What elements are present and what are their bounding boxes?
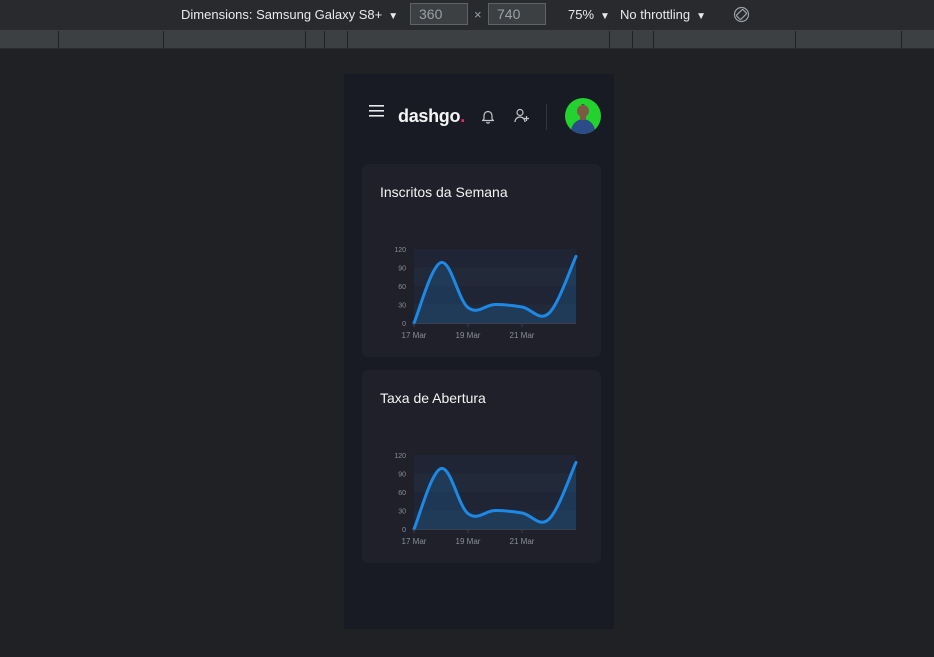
menu-icon[interactable] [369,104,385,123]
y-tick-label: 120 [394,247,406,254]
card-title: Taxa de Abertura [380,390,486,406]
y-tick-label: 0 [402,321,406,328]
y-tick-label: 120 [394,453,406,460]
x-tick-label: 19 Mar [456,331,481,340]
ruler-tick [163,31,164,48]
ruler-tick [324,31,325,48]
card-title: Inscritos da Semana [380,184,508,200]
height-input[interactable]: 740 [488,3,546,25]
throttling-label: No throttling [620,7,691,22]
y-tick-label: 30 [398,303,406,310]
chevron-down-icon: ▼ [696,11,706,22]
logo-dot: . [460,106,465,126]
ruler-tick [347,31,348,48]
device-screen: dashgo. Inscritos da Semana 0 30 60 90 1… [344,74,614,629]
ruler-tick [901,31,902,48]
ruler-tick [632,31,633,48]
app-header: dashgo. [344,74,614,154]
times-sign: × [474,7,482,22]
chart-card-open-rate: Taxa de Abertura 0 30 60 90 120 17 Mar 19 Mar 2… [362,370,601,563]
device-dimensions-dropdown[interactable]: Dimensions: Samsung Galaxy S8+ ▼ [181,7,398,22]
header-divider [546,104,547,130]
chevron-down-icon: ▼ [600,11,610,22]
rotate-icon[interactable] [733,6,750,26]
devtools-device-toolbar: Dimensions: Samsung Galaxy S8+ ▼ 360 × 74… [0,0,934,31]
ruler-tick [609,31,610,48]
area-chart: 0 30 60 90 120 17 Mar 19 Mar 21 Mar [394,247,578,340]
media-query-ruler[interactable] [0,31,934,49]
y-tick-label: 30 [398,509,406,516]
x-tick-label: 21 Mar [510,331,535,340]
avatar[interactable] [565,98,601,134]
ruler-tick [653,31,654,48]
app-logo: dashgo. [398,106,465,127]
x-tick-label: 19 Mar [456,537,481,546]
logo-text: dashgo [398,106,461,126]
zoom-label: 75% [568,7,595,22]
y-tick-label: 60 [398,284,406,291]
chart-card-subscribers: Inscritos da Semana 0 30 60 90 120 17 Mar 19 M… [362,164,601,357]
chevron-down-icon: ▼ [388,11,399,22]
y-tick-label: 0 [402,527,406,534]
width-input[interactable]: 360 [410,3,468,25]
x-tick-label: 21 Mar [510,537,535,546]
y-tick-label: 60 [398,490,406,497]
ruler-tick [795,31,796,48]
add-user-icon[interactable] [514,108,530,129]
x-tick-label: 17 Mar [402,331,427,340]
x-tick-label: 17 Mar [402,537,427,546]
ruler-tick [305,31,306,48]
throttling-dropdown[interactable]: No throttling ▼ [620,7,706,22]
device-dimensions-label: Dimensions: Samsung Galaxy S8+ [181,7,383,22]
ruler-tick [58,31,59,48]
y-tick-label: 90 [398,472,406,479]
bell-icon[interactable] [481,109,495,129]
area-chart: 0 30 60 90 120 17 Mar 19 Mar 21 Mar [394,453,578,546]
y-tick-label: 90 [398,266,406,273]
zoom-dropdown[interactable]: 75% ▼ [568,7,610,22]
